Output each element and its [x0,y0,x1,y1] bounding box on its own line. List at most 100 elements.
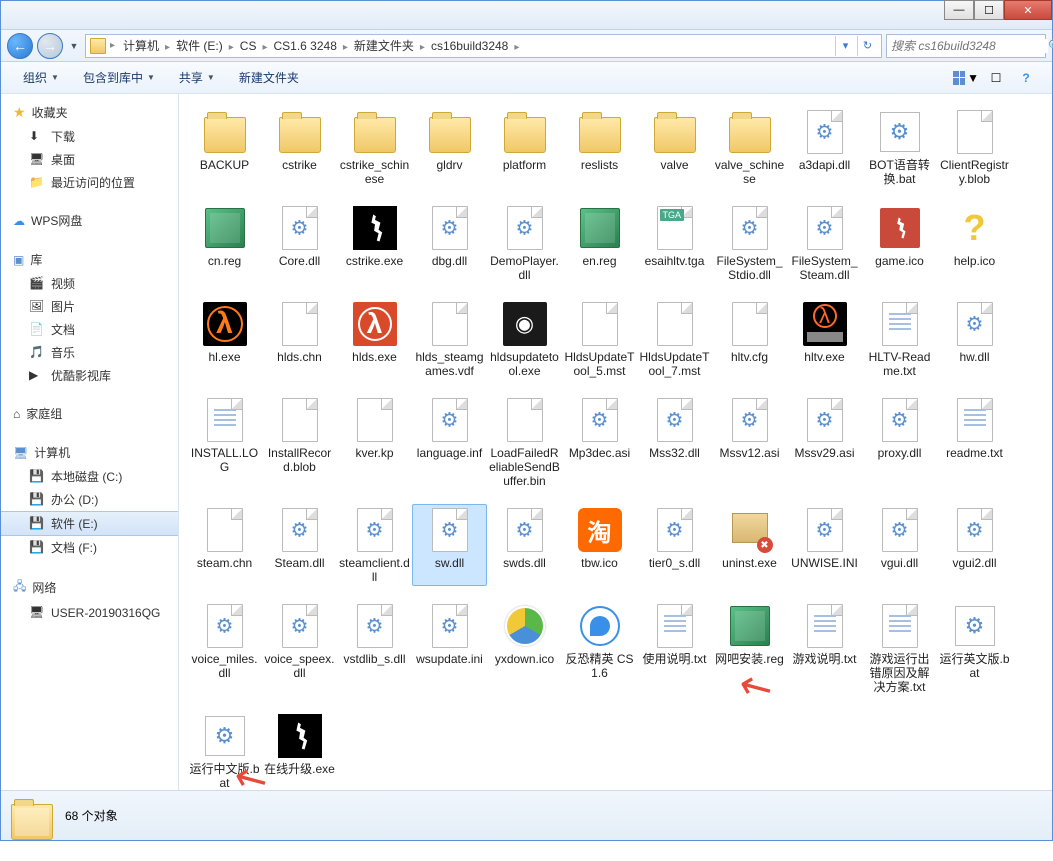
file-item[interactable]: 运行英文版.bat [937,600,1012,696]
file-item[interactable]: HldsUpdateTool_5.mst [562,298,637,380]
sidebar-item[interactable]: 🖥桌面 [1,148,178,171]
file-item[interactable]: Steam.dll [262,504,337,586]
file-item[interactable]: ClientRegistry.blob [937,106,1012,188]
new-folder-button[interactable]: 新建文件夹 [229,65,309,90]
file-item[interactable]: voice_miles.dll [187,600,262,696]
sidebar-item[interactable]: 💾本地磁盘 (C:) [1,465,178,488]
file-item[interactable]: vgui.dll [862,504,937,586]
file-item[interactable]: valve_schinese [712,106,787,188]
file-item[interactable]: FileSystem_Steam.dll [787,202,862,284]
file-item[interactable]: a3dapi.dll [787,106,862,188]
file-item[interactable]: UNWISE.INI [787,504,862,586]
history-dropdown[interactable]: ▼ [67,33,81,59]
file-item[interactable]: 在线升级.exe [262,710,337,790]
file-item[interactable]: BOT语音转换.bat [862,106,937,188]
sidebar-item[interactable]: 💾办公 (D:) [1,488,178,511]
search-box[interactable]: 🔍 [886,34,1046,58]
sidebar-item[interactable]: 💾文档 (F:) [1,536,178,559]
help-button[interactable]: ? [1012,66,1040,90]
file-item[interactable]: 使用说明.txt [637,600,712,696]
chevron-right-icon[interactable]: ▸ [341,42,350,53]
file-item[interactable]: steam.chn [187,504,262,586]
file-item[interactable]: valve [637,106,712,188]
share-menu[interactable]: 共享▼ [169,65,225,90]
file-list[interactable]: BACKUPcstrikecstrike_schinesegldrvplatfo… [179,94,1052,790]
refresh-button[interactable]: ↻ [857,36,877,56]
file-item[interactable]: tier0_s.dll [637,504,712,586]
file-item[interactable]: Core.dll [262,202,337,284]
minimize-button[interactable]: — [944,0,974,20]
preview-pane-button[interactable]: ☐ [982,66,1010,90]
view-options-button[interactable]: ▼ [952,66,980,90]
sidebar-item[interactable]: ⬇下载 [1,125,178,148]
file-item[interactable]: BACKUP [187,106,262,188]
file-item[interactable]: LoadFailedReliableSendBuffer.bin [487,394,562,490]
file-item[interactable]: en.reg [562,202,637,284]
breadcrumb-segment[interactable]: 新建文件夹 [350,37,418,55]
file-item[interactable]: FileSystem_Stdio.dll [712,202,787,284]
file-item[interactable]: 反恐精英 CS 1.6 [562,600,637,696]
file-item[interactable]: INSTALL.LOG [187,394,262,490]
wps-cloud[interactable]: ☁WPS网盘 [1,208,178,233]
file-item[interactable]: hlds.chn [262,298,337,380]
file-item[interactable]: swds.dll [487,504,562,586]
file-item[interactable]: TGAesaihltv.tga [637,202,712,284]
file-item[interactable]: dbg.dll [412,202,487,284]
file-item[interactable]: yxdown.ico [487,600,562,696]
file-item[interactable]: 淘tbw.ico [562,504,637,586]
file-item[interactable]: voice_speex.dll [262,600,337,696]
file-item[interactable]: 游戏说明.txt [787,600,862,696]
chevron-right-icon[interactable]: ▸ [227,42,236,53]
file-item[interactable]: cstrike.exe [337,202,412,284]
file-item[interactable]: λhlds.exe [337,298,412,380]
file-item[interactable]: game.ico [862,202,937,284]
breadcrumb[interactable]: ▸ 计算机▸软件 (E:)▸CS▸CS1.6 3248▸新建文件夹▸cs16bu… [85,34,882,58]
breadcrumb-segment[interactable]: CS1.6 3248 [269,37,340,55]
file-item[interactable]: HldsUpdateTool_7.mst [637,298,712,380]
file-item[interactable]: λhl.exe [187,298,262,380]
breadcrumb-segment[interactable]: 软件 (E:) [172,37,227,55]
forward-button[interactable]: → [37,33,63,59]
file-item[interactable]: hw.dll [937,298,1012,380]
computer-group[interactable]: 🖥计算机 [1,440,178,465]
file-item[interactable]: 运行中文版.bat [187,710,262,790]
chevron-right-icon[interactable]: ▸ [163,42,172,53]
search-input[interactable] [891,39,1048,53]
sidebar-item[interactable]: 🖥USER-20190316QG [1,602,178,624]
file-item[interactable]: reslists [562,106,637,188]
file-item[interactable]: readme.txt [937,394,1012,490]
file-item[interactable]: hltv.cfg [712,298,787,380]
sidebar-item[interactable]: 🎵音乐 [1,341,178,364]
organize-menu[interactable]: 组织▼ [13,65,69,90]
file-item[interactable]: vgui2.dll [937,504,1012,586]
breadcrumb-dropdown[interactable]: ▾ [835,36,855,56]
file-item[interactable]: Mssv29.asi [787,394,862,490]
sidebar-item[interactable]: 🖼图片 [1,295,178,318]
file-item[interactable]: hlds_steamgames.vdf [412,298,487,380]
breadcrumb-segment[interactable]: cs16build3248 [427,37,512,55]
breadcrumb-segment[interactable]: CS [236,37,261,55]
file-item[interactable]: ◉hldsupdatetool.exe [487,298,562,380]
file-item[interactable]: cn.reg [187,202,262,284]
file-item[interactable]: 网吧安装.reg [712,600,787,696]
file-item[interactable]: uninst.exe [712,504,787,586]
file-item[interactable]: language.inf [412,394,487,490]
include-in-library-menu[interactable]: 包含到库中▼ [73,65,165,90]
file-item[interactable]: platform [487,106,562,188]
search-icon[interactable]: 🔍 [1048,39,1053,53]
sidebar-item[interactable]: ▶优酷影视库 [1,364,178,387]
breadcrumb-segment[interactable]: 计算机 [119,37,163,55]
file-item[interactable]: cstrike [262,106,337,188]
sidebar-item[interactable]: 📁最近访问的位置 [1,171,178,194]
sidebar-item[interactable]: 📄文档 [1,318,178,341]
file-item[interactable]: Mssv12.asi [712,394,787,490]
homegroup[interactable]: ⌂家庭组 [1,401,178,426]
back-button[interactable]: ← [7,33,33,59]
file-item[interactable]: Mp3dec.asi [562,394,637,490]
file-item[interactable]: 游戏运行出错原因及解决方案.txt [862,600,937,696]
sidebar-item[interactable]: 🎬视频 [1,272,178,295]
chevron-right-icon[interactable]: ▸ [108,40,117,51]
file-item[interactable]: InstallRecord.blob [262,394,337,490]
network-group[interactable]: 🖧网络 [1,573,178,602]
file-item[interactable]: λhltv.exe [787,298,862,380]
